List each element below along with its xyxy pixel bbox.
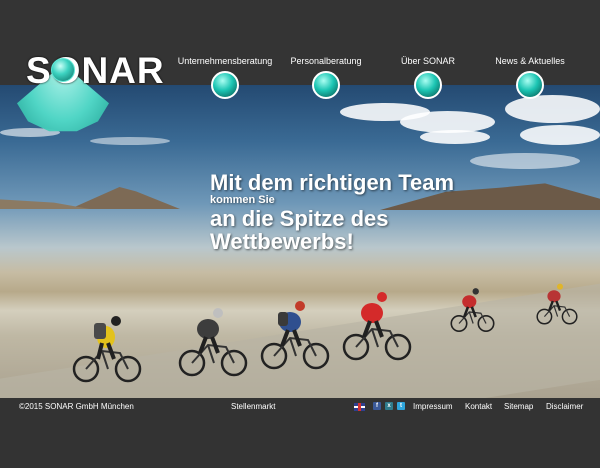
facebook-icon[interactable]: f [373, 402, 381, 410]
orb-icon[interactable] [211, 71, 239, 99]
headline-line-2: kommen Sie [210, 194, 275, 206]
sitemap-link[interactable]: Sitemap [504, 402, 533, 411]
nav-item-news[interactable]: News & Aktuelles [480, 56, 580, 99]
nav-item-unternehmensberatung[interactable]: Unternehmensberatung [175, 56, 275, 99]
copyright: ©2015 SONAR GmbH München [19, 402, 134, 411]
brand-logo[interactable]: SONAR [26, 50, 165, 92]
cyclist [260, 300, 330, 370]
nav-item-personalberatung[interactable]: Personalberatung [276, 56, 376, 99]
mountain [0, 199, 90, 209]
logo-dot-icon [51, 58, 75, 82]
orb-icon[interactable] [516, 71, 544, 99]
cloud [90, 137, 170, 145]
cyclist [178, 307, 248, 377]
stellenmarkt-link[interactable]: Stellenmarkt [231, 402, 275, 411]
cyclist [450, 275, 495, 345]
cloud [420, 130, 490, 144]
cloud [520, 125, 600, 145]
nav-label[interactable]: News & Aktuelles [480, 56, 580, 66]
cloud [505, 95, 600, 123]
cloud [470, 153, 580, 169]
orb-icon[interactable] [312, 71, 340, 99]
impressum-link[interactable]: Impressum [413, 402, 453, 411]
xing-icon[interactable]: x [385, 402, 393, 410]
headline-line-3: an die Spitze des [210, 206, 389, 231]
mountain [70, 187, 180, 209]
orb-icon[interactable] [414, 71, 442, 99]
hero-headline: Mit dem richtigen Team kommen Sie an die… [210, 172, 454, 253]
headline-line-4: Wettbewerbs! [210, 229, 354, 254]
nav-label[interactable]: Unternehmensberatung [175, 56, 275, 66]
kontakt-link[interactable]: Kontakt [465, 402, 492, 411]
nav-item-ueber-sonar[interactable]: Über SONAR [378, 56, 478, 99]
headline-line-1: Mit dem richtigen Team [210, 170, 455, 195]
twitter-icon[interactable]: t [397, 402, 405, 410]
cyclist [536, 273, 578, 335]
nav-label[interactable]: Personalberatung [276, 56, 376, 66]
uk-flag-icon[interactable] [354, 403, 365, 411]
nav-label[interactable]: Über SONAR [378, 56, 478, 66]
cyclist [72, 313, 142, 383]
cyclist [342, 291, 412, 361]
disclaimer-link[interactable]: Disclaimer [546, 402, 583, 411]
